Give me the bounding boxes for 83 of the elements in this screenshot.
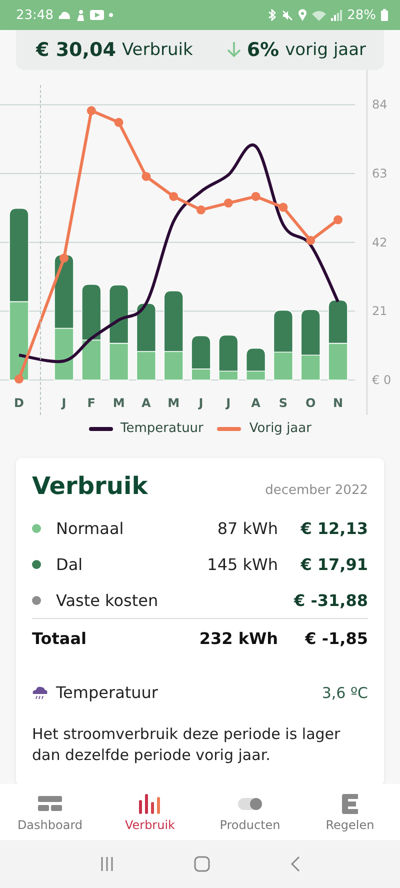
chart-point [114, 118, 124, 127]
temperature-label: Temperatuur [56, 683, 158, 702]
chart-point [60, 254, 68, 263]
summary-amount: € 30,04 [36, 39, 116, 61]
nav-tab[interactable]: Regelen [300, 784, 400, 840]
status-time: 23:48 [16, 8, 54, 22]
chart-point [251, 192, 260, 201]
axis-label: M [112, 396, 125, 410]
card-period: december 2022 [265, 483, 368, 498]
axis-label: M [168, 396, 180, 410]
video-icon [90, 10, 104, 20]
arrow-down-icon [226, 42, 241, 58]
row-price: € 17,91 [300, 554, 368, 574]
chart-point [334, 215, 342, 224]
bluetooth-icon [268, 9, 278, 21]
row-label: Normaal [55, 518, 125, 538]
chart-point [142, 172, 151, 181]
chart-point [196, 205, 206, 214]
cloud-icon [58, 11, 72, 19]
axis-label: S [278, 396, 288, 410]
legend-swatch [88, 426, 113, 430]
axis-label: 84 [372, 98, 388, 112]
row-label: Vaste kosten [55, 590, 160, 610]
axis-label: N [332, 396, 344, 410]
dashboard-icon [38, 796, 62, 812]
nav-tab[interactable]: Producten [200, 784, 300, 840]
card-title: Verbruik [32, 472, 148, 500]
axis-label: € 0 [372, 373, 392, 387]
row-price: € 12,13 [300, 518, 368, 538]
toggle-icon [238, 798, 262, 810]
chart-point [224, 198, 233, 208]
nav-tab[interactable]: Dashboard [0, 784, 100, 840]
location-icon [298, 9, 308, 21]
wifi-icon [312, 10, 326, 20]
dot-icon [109, 13, 114, 17]
total-kwh: 232 kWh [198, 628, 278, 648]
home-icon[interactable] [194, 856, 210, 872]
temperature-value: 3,6 ºC [322, 684, 368, 702]
axis-label: A [142, 396, 151, 410]
total-label: Totaal [32, 628, 88, 648]
chart-bar [82, 340, 102, 380]
axis-label: J [198, 396, 204, 410]
usage-note: Het stroomverbruik deze periode is lager dan dezelfde periode vorig jaar. [32, 724, 342, 766]
axis-label: J [226, 396, 231, 410]
chart-bar [82, 284, 102, 340]
battery-level: 28% [347, 8, 376, 22]
chart-point [169, 192, 178, 201]
axis-label: A [251, 396, 260, 410]
chart-point [306, 236, 316, 245]
summary-label: Verbruik [122, 40, 193, 60]
chart-bar [328, 300, 348, 344]
axis-label: 42 [372, 235, 388, 250]
chart-bar [328, 342, 348, 380]
row-price: € -31,88 [292, 590, 368, 610]
chart-point [14, 374, 24, 384]
mute-icon [282, 10, 294, 20]
axis-label: F [87, 396, 96, 410]
row-label: Dal [55, 554, 84, 574]
change-label: vorig jaar [285, 40, 366, 60]
row-kwh: 87 kWh [216, 518, 278, 538]
back-icon[interactable] [290, 856, 300, 872]
bar-chart-icon [138, 794, 162, 814]
legend-swatch [217, 426, 242, 430]
total-price: € -1,85 [304, 628, 368, 648]
letter-e-icon [342, 794, 358, 814]
recent-apps-icon[interactable] [100, 857, 114, 871]
signal-icon [331, 10, 342, 20]
chart-bar [54, 328, 74, 380]
axis-label: D [14, 396, 24, 410]
change-percent: 6% [246, 39, 280, 61]
rain-cloud-icon [32, 686, 48, 700]
legend-label: Temperatuur [120, 421, 204, 436]
figure-icon [76, 10, 86, 20]
row-kwh: 145 kWh [206, 554, 278, 574]
nav-tab[interactable]: Verbruik [100, 784, 200, 840]
axis-label: 63 [372, 166, 388, 181]
battery-icon [381, 9, 388, 21]
axis-label: 21 [372, 304, 388, 318]
chart-point [86, 106, 96, 116]
axis-label: J [62, 396, 66, 410]
axis-label: O [306, 396, 316, 410]
chart-point [278, 202, 288, 212]
legend-label: Vorig jaar [249, 421, 312, 436]
